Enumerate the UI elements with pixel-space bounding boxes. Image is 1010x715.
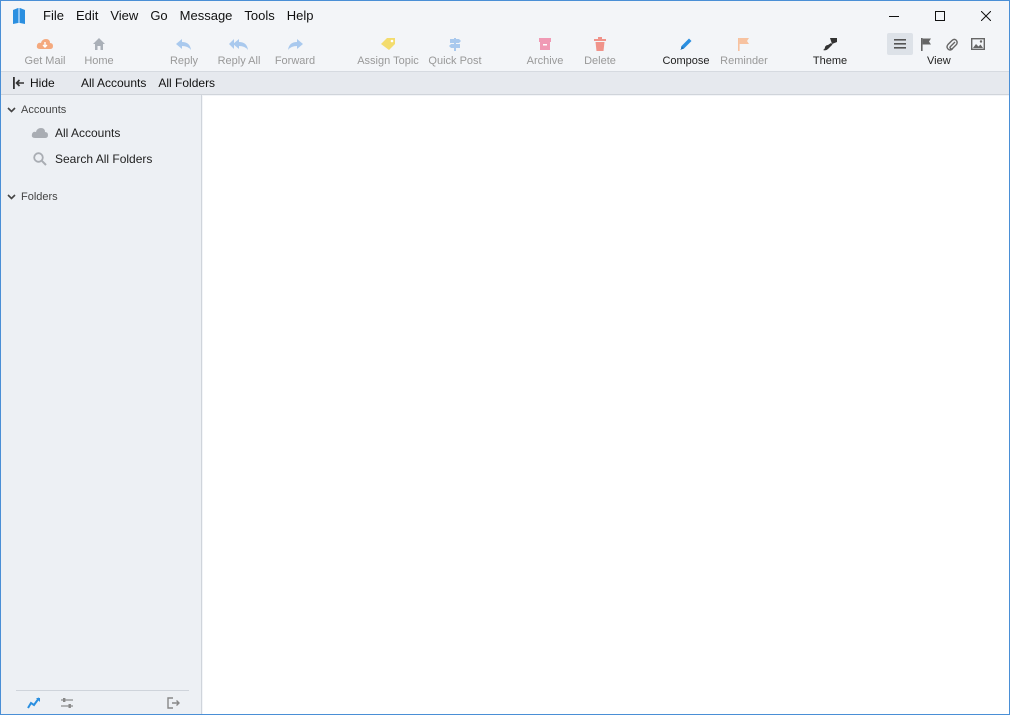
reply-all-icon — [228, 35, 250, 53]
window-controls — [871, 1, 1009, 31]
assign-topic-button[interactable]: Assign Topic — [353, 35, 423, 69]
trash-icon — [594, 35, 606, 53]
chevron-down-icon — [7, 107, 16, 113]
sliders-icon — [61, 698, 73, 708]
home-icon — [92, 35, 106, 53]
reply-all-label: Reply All — [217, 55, 261, 67]
tag-icon — [380, 35, 396, 53]
menu-edit[interactable]: Edit — [70, 1, 104, 31]
message-content-area[interactable] — [203, 96, 1009, 714]
menu-go[interactable]: Go — [144, 1, 173, 31]
menu-tools[interactable]: Tools — [238, 1, 280, 31]
search-all-folders-label: Search All Folders — [55, 152, 153, 166]
folders-header-label: Folders — [21, 191, 58, 203]
reply-icon — [175, 35, 193, 53]
reply-button[interactable]: Reply — [167, 35, 201, 69]
navigation-subbar: Hide All Accounts All Folders — [1, 71, 1009, 95]
attachment-filter-button[interactable] — [939, 33, 965, 55]
menu-help[interactable]: Help — [281, 1, 320, 31]
list-icon — [894, 39, 906, 49]
forward-label: Forward — [274, 55, 316, 67]
get-mail-button[interactable]: Get Mail — [21, 35, 69, 69]
view-label: View — [927, 55, 951, 67]
menu-file[interactable]: File — [37, 1, 70, 31]
archive-box-icon — [538, 35, 552, 53]
title-bar: File Edit View Go Message Tools Help — [1, 1, 1009, 31]
assign-topic-label: Assign Topic — [357, 55, 419, 67]
list-layout-button[interactable] — [887, 33, 913, 55]
home-label: Home — [84, 55, 114, 67]
activity-button[interactable] — [26, 695, 42, 711]
delete-label: Delete — [584, 55, 616, 67]
sidebar: Accounts All Accounts Search All Folders… — [1, 95, 202, 714]
search-icon — [31, 152, 49, 166]
image-filter-button[interactable] — [965, 33, 991, 55]
app-logo-icon — [11, 7, 27, 25]
all-accounts-link[interactable]: All Accounts — [81, 76, 146, 90]
home-button[interactable]: Home — [81, 35, 117, 69]
compose-button[interactable]: Compose — [661, 35, 711, 69]
folders-section-header[interactable]: Folders — [7, 189, 58, 205]
logout-icon — [167, 697, 180, 709]
close-icon — [981, 11, 991, 21]
reminder-label: Reminder — [720, 55, 768, 67]
sidebar-footer — [16, 690, 189, 714]
minimize-button[interactable] — [871, 1, 917, 31]
hide-label: Hide — [30, 76, 55, 90]
hide-panel-icon — [13, 77, 25, 89]
reminder-button[interactable]: Reminder — [717, 35, 771, 69]
pencil-icon — [679, 35, 693, 53]
menu-message[interactable]: Message — [174, 1, 239, 31]
accounts-header-label: Accounts — [21, 104, 67, 116]
compose-label: Compose — [662, 55, 710, 67]
sidebar-item-all-accounts[interactable]: All Accounts — [31, 123, 120, 143]
all-folders-link[interactable]: All Folders — [158, 76, 215, 90]
paintbrush-icon — [822, 35, 838, 53]
flag-filter-icon — [921, 37, 931, 51]
app-window: File Edit View Go Message Tools Help Get… — [0, 0, 1010, 715]
download-cloud-icon — [36, 35, 54, 53]
accounts-section-header[interactable]: Accounts — [7, 102, 66, 118]
sidebar-item-search-all-folders[interactable]: Search All Folders — [31, 149, 152, 169]
close-button[interactable] — [963, 1, 1009, 31]
minimize-icon — [889, 16, 899, 17]
flag-filter-button[interactable] — [913, 33, 939, 55]
maximize-button[interactable] — [917, 1, 963, 31]
hide-sidebar-button[interactable]: Hide — [13, 76, 71, 90]
logout-button[interactable] — [166, 695, 182, 711]
toolbar: Get Mail Home Reply Reply All Forward As… — [1, 31, 1009, 71]
delete-button[interactable]: Delete — [581, 35, 619, 69]
paperclip-icon — [946, 38, 958, 51]
maximize-icon — [935, 11, 945, 21]
menu-bar: File Edit View Go Message Tools Help — [37, 1, 320, 31]
reply-label: Reply — [169, 55, 199, 67]
theme-button[interactable]: Theme — [809, 35, 851, 69]
cloud-icon — [31, 127, 49, 139]
forward-icon — [286, 35, 304, 53]
view-group: View — [887, 33, 997, 69]
chevron-down-icon — [7, 194, 16, 200]
image-icon — [971, 38, 985, 50]
archive-button[interactable]: Archive — [523, 35, 567, 69]
flag-icon — [737, 35, 751, 53]
get-mail-label: Get Mail — [24, 55, 66, 67]
settings-button[interactable] — [59, 695, 75, 711]
theme-label: Theme — [812, 55, 848, 67]
activity-icon — [27, 697, 40, 709]
quick-post-label: Quick Post — [428, 55, 482, 67]
menu-view[interactable]: View — [104, 1, 144, 31]
forward-button[interactable]: Forward — [271, 35, 319, 69]
reply-all-button[interactable]: Reply All — [215, 35, 263, 69]
all-accounts-label: All Accounts — [55, 126, 121, 140]
archive-label: Archive — [526, 55, 564, 67]
signpost-icon — [448, 35, 462, 53]
quick-post-button[interactable]: Quick Post — [427, 35, 483, 69]
